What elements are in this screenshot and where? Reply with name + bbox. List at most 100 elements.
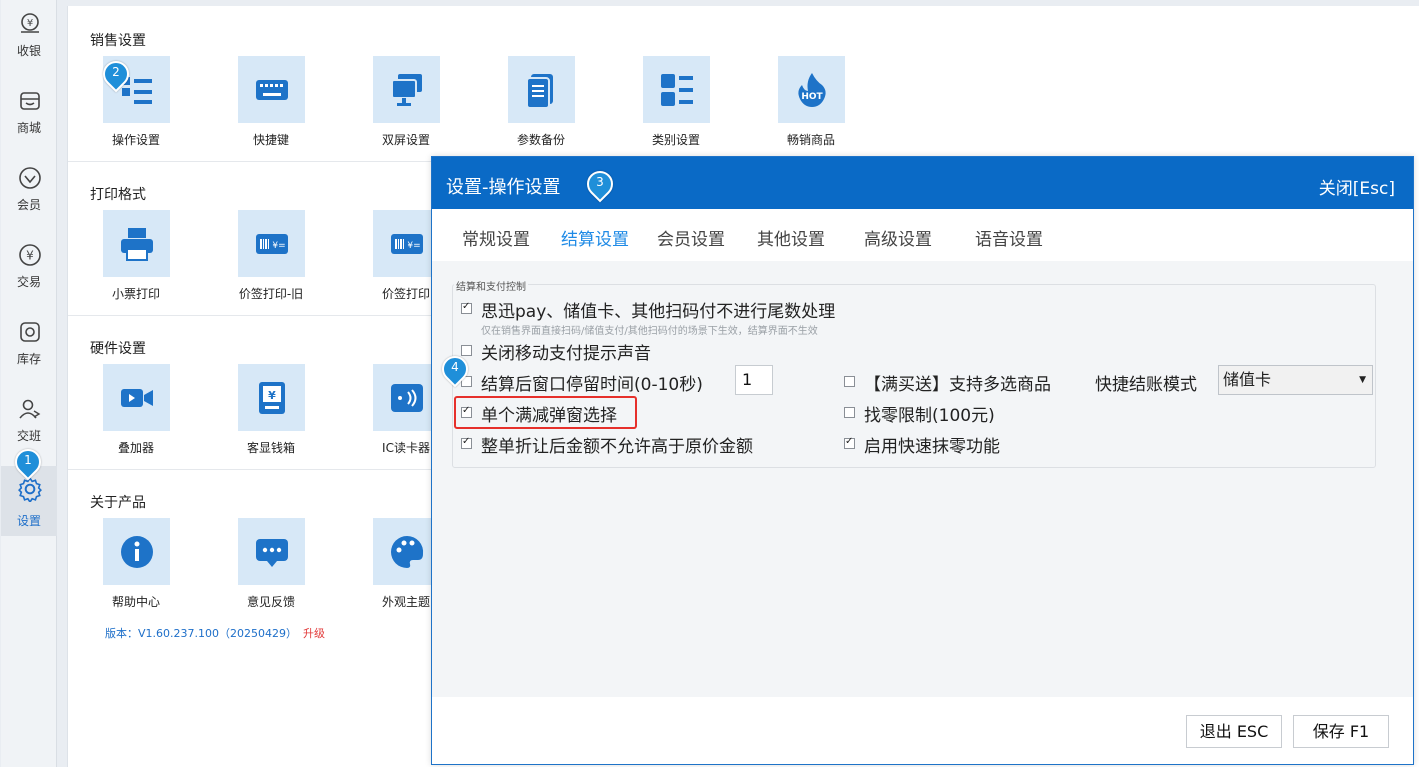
tile-dual-screen[interactable]: 双屏设置 (346, 56, 466, 151)
document-backup-icon (526, 74, 553, 109)
sidebar-item-label: 商城 (16, 121, 41, 135)
version-info: 版本：V1.60.237.100（20250429） 升级 (105, 625, 325, 641)
sidebar-item-transaction[interactable]: ¥ 交易 (1, 231, 57, 301)
close-mobile-sound-label: 关闭移动支付提示声音 (481, 344, 651, 364)
section-divider (68, 161, 438, 162)
sidebar-item-cashier[interactable]: ¥ 收银 (1, 0, 57, 70)
tile-category-settings[interactable]: 类别设置 (616, 56, 736, 151)
save-button[interactable]: 保存 F1 (1293, 715, 1389, 748)
single-discount-popup-checkbox[interactable] (461, 405, 472, 418)
sidebar-item-label: 交易 (16, 275, 41, 289)
sidebar-item-label: 交班 (16, 429, 41, 443)
no-rounding-checkbox[interactable] (461, 301, 472, 314)
sidebar-item-inventory[interactable]: 库存 (1, 308, 57, 378)
tile-receipt-print[interactable]: 小票打印 (76, 210, 196, 305)
tile-label: 参数备份 (516, 133, 565, 147)
quick-round-checkbox[interactable] (844, 436, 855, 449)
svg-text:¥=: ¥= (407, 241, 420, 251)
section-title-sales: 销售设置 (90, 33, 146, 49)
cash-register-icon: ¥ (21, 13, 39, 33)
change-limit-checkbox[interactable] (844, 407, 855, 418)
tile-label: 帮助中心 (111, 595, 160, 609)
tab-general[interactable]: 常规设置 (462, 225, 530, 250)
svg-text:¥: ¥ (268, 389, 276, 402)
quick-round-label: 启用快速抹零功能 (864, 437, 1000, 457)
tile-help-center[interactable]: 帮助中心 (76, 518, 196, 613)
dropdown-arrow-icon: ▼ (1359, 375, 1366, 385)
inventory-icon (20, 322, 40, 342)
sidebar-item-member[interactable]: 会员 (1, 154, 57, 224)
sidebar-item-label: 设置 (16, 514, 41, 528)
close-mobile-sound-checkbox[interactable] (461, 345, 472, 356)
tile-label: 类别设置 (651, 133, 700, 147)
version-text: 版本：V1.60.237.100（20250429） (105, 627, 297, 640)
upgrade-link[interactable]: 升级 (303, 627, 325, 640)
hot-badge-text: HOT (801, 92, 823, 102)
shift-handover-icon (19, 399, 41, 419)
step-marker-2: 2 (97, 55, 135, 93)
tile-parameter-backup[interactable]: 参数备份 (481, 56, 601, 151)
group-legend: 结算和支付控制 (454, 278, 528, 293)
tab-member[interactable]: 会员设置 (657, 225, 725, 250)
tile-label: 叠加器 (117, 441, 154, 455)
quick-checkout-mode-value: 储值卡 (1223, 370, 1272, 389)
section-title-hardware: 硬件设置 (90, 341, 146, 357)
svg-text:¥: ¥ (27, 18, 33, 29)
tile-label: 意见反馈 (246, 595, 295, 609)
multi-select-promo-label: 【满买送】支持多选商品 (864, 375, 1051, 395)
tab-voice[interactable]: 语音设置 (975, 225, 1043, 250)
tile-customer-display[interactable]: ¥ 客显钱箱 (211, 364, 331, 459)
tile-operation-settings[interactable]: 操作设置 (76, 56, 196, 151)
window-stay-label: 结算后窗口停留时间(0-10秒) (481, 375, 703, 395)
tile-label: 操作设置 (111, 133, 160, 147)
tile-shortcut-keys[interactable]: 快捷键 (211, 56, 331, 151)
tab-other[interactable]: 其他设置 (757, 225, 825, 250)
sidebar-item-label: 收银 (16, 44, 41, 58)
tab-advanced[interactable]: 高级设置 (864, 225, 932, 250)
store-icon (20, 92, 40, 110)
dialog-header: 设置-操作设置 关闭[Esc] (432, 157, 1413, 209)
dialog-body: 结算和支付控制 思迅pay、储值卡、其他扫码付不进行尾数处理 仅在销售界面直接扫… (432, 261, 1413, 697)
video-camera-icon (121, 389, 153, 407)
tile-label: 小票打印 (111, 287, 160, 301)
multi-select-promo-checkbox[interactable] (844, 376, 855, 387)
sidebar-item-shift[interactable]: 交班 (1, 385, 57, 455)
sidebar: ¥ 收银 商城 会员 ¥ 交易 库存 交班 设置 (1, 0, 57, 767)
tile-overlay-device[interactable]: 叠加器 (76, 364, 196, 459)
quick-checkout-mode-select[interactable]: 储值卡 ▼ (1218, 365, 1373, 395)
tile-label: 价签打印-旧 (238, 287, 304, 301)
section-divider (68, 469, 438, 470)
tile-label: 快捷键 (252, 133, 289, 147)
no-higher-than-original-checkbox[interactable] (461, 436, 472, 449)
operation-settings-dialog: 设置-操作设置 关闭[Esc] 常规设置 结算设置 会员设置 其他设置 高级设置… (431, 156, 1414, 765)
tile-price-tag-old[interactable]: ¥= 价签打印-旧 (211, 210, 331, 305)
dialog-close-button[interactable]: 关闭[Esc] (1319, 174, 1395, 199)
no-higher-than-original-label: 整单折让后金额不允许高于原价金额 (481, 437, 753, 457)
quick-checkout-mode-label: 快捷结账模式 (1095, 375, 1197, 395)
tile-label: 双屏设置 (381, 133, 430, 147)
tile-label: 客显钱箱 (246, 441, 295, 455)
step-marker-4: 4 (436, 350, 474, 388)
tab-checkout[interactable]: 结算设置 (561, 225, 629, 250)
dialog-footer: 退出 ESC 保存 F1 (432, 697, 1413, 764)
hot-flame-icon: HOT (798, 73, 826, 107)
price-tag-icon: ¥= (391, 234, 423, 254)
exit-button[interactable]: 退出 ESC (1186, 715, 1282, 748)
info-icon (121, 536, 153, 568)
sidebar-item-label: 库存 (16, 352, 41, 366)
window-stay-seconds-input[interactable]: 1 (735, 365, 773, 395)
no-rounding-hint: 仅在销售界面直接扫码/储值支付/其他扫码付的场景下生效，结算界面不生效 (481, 326, 818, 337)
single-discount-popup-label: 单个满减弹窗选择 (481, 406, 617, 426)
tile-feedback[interactable]: 意见反馈 (211, 518, 331, 613)
step-marker-3: 3 (581, 165, 619, 203)
tile-best-sellers[interactable]: HOT 畅销商品 (751, 56, 871, 151)
yuan-transaction-icon: ¥ (19, 244, 41, 266)
sidebar-item-mall[interactable]: 商城 (1, 77, 57, 147)
cash-drawer-icon: ¥ (259, 382, 285, 414)
svg-text:¥=: ¥= (272, 241, 285, 251)
keyboard-icon (256, 80, 288, 100)
dialog-tabs: 常规设置 结算设置 会员设置 其他设置 高级设置 语音设置 (432, 209, 1413, 261)
change-limit-label: 找零限制(100元) (864, 406, 995, 426)
section-title-print: 打印格式 (90, 187, 146, 203)
dialog-title: 设置-操作设置 (446, 177, 561, 198)
